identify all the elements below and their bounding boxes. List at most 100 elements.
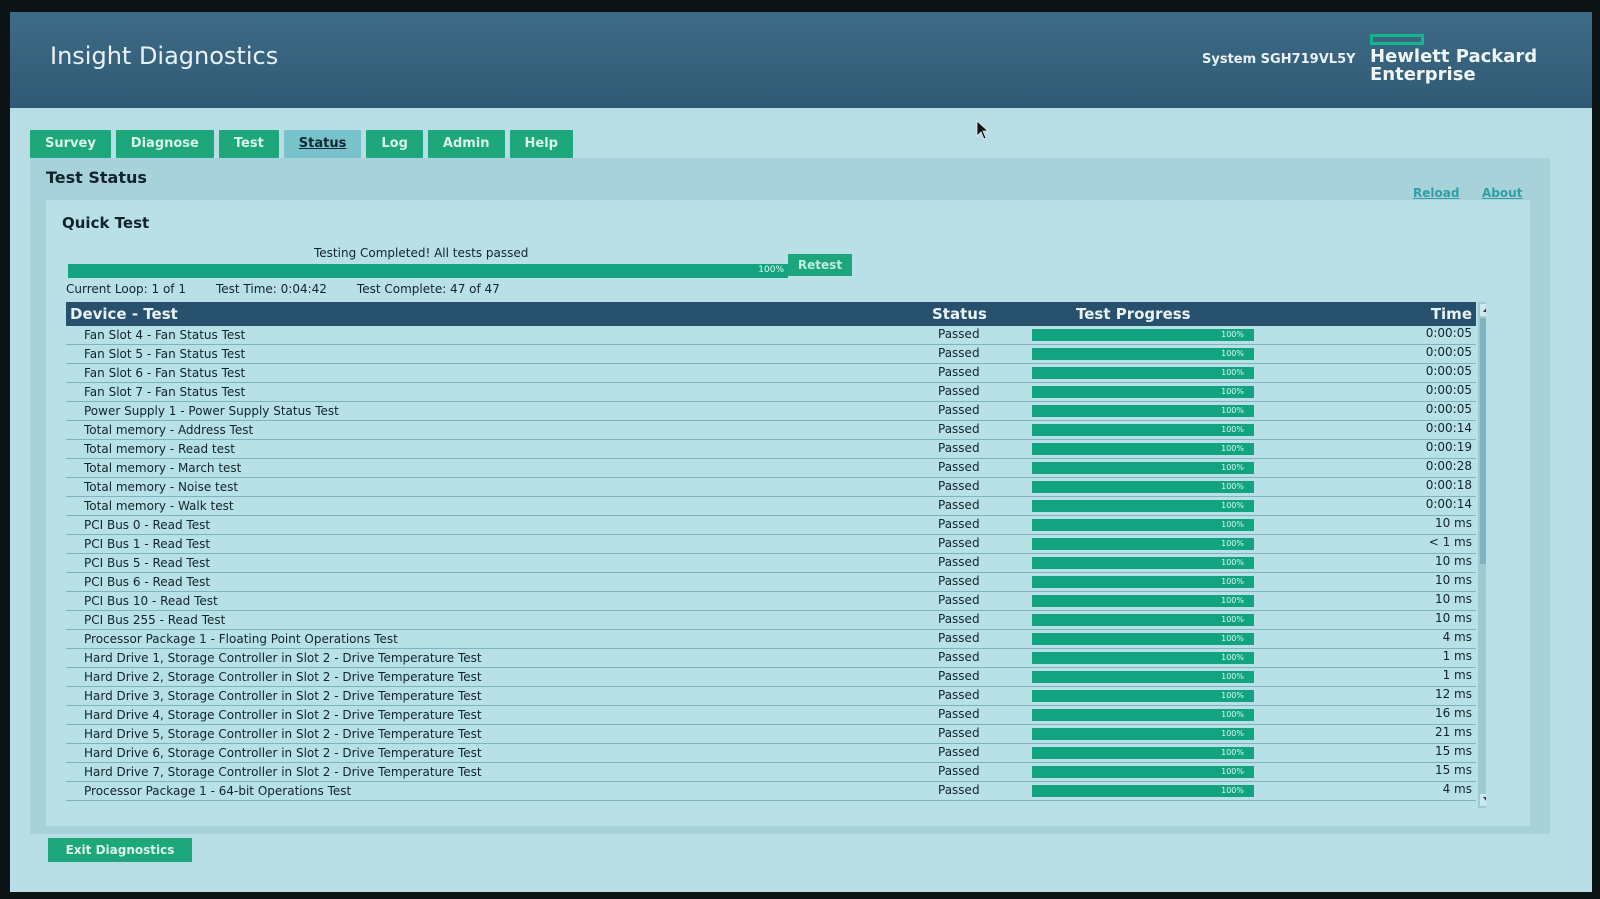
row-test-name: Total memory - Address Test	[84, 423, 254, 437]
row-progress-label: 100%	[1221, 748, 1244, 757]
row-progress-bar: 100%	[1032, 690, 1254, 702]
row-progress-label: 100%	[1221, 330, 1244, 339]
row-progress-label: 100%	[1221, 577, 1244, 586]
overall-progress-bar: 100%	[68, 264, 788, 278]
quick-test-title: Quick Test	[62, 214, 150, 232]
row-progress-label: 100%	[1221, 406, 1244, 415]
exit-diagnostics-button[interactable]: Exit Diagnostics	[48, 838, 192, 862]
about-link[interactable]: About	[1482, 186, 1522, 200]
table-row: Fan Slot 5 - Fan Status Test Passed 100% 0:…	[66, 345, 1476, 364]
row-status: Passed	[938, 612, 980, 626]
tab-admin[interactable]: Admin	[427, 130, 505, 158]
test-complete: Test Complete: 47 of 47	[356, 282, 500, 296]
table-row: PCI Bus 255 - Read Test Passed 100% 10 ms	[66, 611, 1476, 630]
row-time: 0:00:19	[1425, 440, 1472, 454]
tab-help[interactable]: Help	[509, 130, 573, 158]
table-scrollbar[interactable]	[1478, 302, 1486, 808]
app-title: Insight Diagnostics	[50, 42, 279, 70]
row-progress-bar: 100%	[1032, 633, 1254, 645]
reload-link[interactable]: Reload	[1413, 186, 1459, 200]
hpe-logo: Hewlett Packard Enterprise	[1370, 34, 1570, 94]
row-status: Passed	[938, 631, 980, 645]
row-time: 15 ms	[1434, 744, 1472, 758]
row-test-name: Hard Drive 1, Storage Controller in Slot…	[84, 651, 482, 665]
table-row: Total memory - Read test Passed 100% 0:00:1…	[66, 440, 1476, 459]
row-time: 21 ms	[1434, 725, 1472, 739]
row-test-name: Fan Slot 4 - Fan Status Test	[84, 328, 246, 342]
row-progress-bar: 100%	[1032, 557, 1254, 569]
row-status: Passed	[938, 536, 980, 550]
row-time: 10 ms	[1434, 611, 1472, 625]
scroll-down-arrow-icon[interactable]	[1480, 794, 1486, 806]
row-progress-bar: 100%	[1032, 367, 1254, 379]
row-progress-bar: 100%	[1032, 405, 1254, 417]
completion-message: Testing Completed! All tests passed	[314, 246, 529, 260]
row-status: Passed	[938, 745, 980, 759]
row-time: 0:00:14	[1425, 421, 1472, 435]
col-header-test: Device - Test	[70, 305, 178, 323]
retest-button[interactable]: Retest	[788, 254, 852, 276]
row-progress-label: 100%	[1221, 615, 1244, 624]
tab-log[interactable]: Log	[366, 130, 423, 158]
table-row: Processor Package 1 - 64-bit Operations …	[66, 782, 1476, 801]
row-test-name: PCI Bus 255 - Read Test	[84, 613, 226, 627]
row-time: 0:00:18	[1425, 478, 1472, 492]
tab-survey[interactable]: Survey	[30, 130, 111, 158]
row-progress-label: 100%	[1221, 672, 1244, 681]
row-test-name: Hard Drive 3, Storage Controller in Slot…	[84, 689, 482, 703]
row-progress-label: 100%	[1221, 463, 1244, 472]
table-row: Hard Drive 1, Storage Controller in Slot…	[66, 649, 1476, 668]
table-body: Fan Slot 4 - Fan Status Test Passed 100% 0:…	[66, 326, 1476, 801]
row-test-name: Hard Drive 5, Storage Controller in Slot…	[84, 727, 482, 741]
results-table: Device - Test Status Test Progress Time …	[66, 302, 1486, 808]
row-test-name: Total memory - Read test	[84, 442, 235, 456]
table-row: Total memory - Noise test Passed 100% 0:00:…	[66, 478, 1476, 497]
row-time: 16 ms	[1434, 706, 1472, 720]
row-test-name: Hard Drive 7, Storage Controller in Slot…	[84, 765, 482, 779]
row-progress-bar: 100%	[1032, 728, 1254, 740]
row-progress-label: 100%	[1221, 368, 1244, 377]
col-header-progress: Test Progress	[1076, 305, 1191, 323]
row-test-name: Hard Drive 4, Storage Controller in Slot…	[84, 708, 482, 722]
row-progress-label: 100%	[1221, 349, 1244, 358]
quick-test-panel: Quick Test Testing Completed! All tests …	[46, 200, 1530, 826]
table-row: PCI Bus 0 - Read Test Passed 100% 10 ms	[66, 516, 1476, 535]
row-progress-bar: 100%	[1032, 386, 1254, 398]
table-row: Fan Slot 4 - Fan Status Test Passed 100% 0:…	[66, 326, 1476, 345]
test-time: Test Time: 0:04:42	[215, 282, 327, 296]
row-time: 10 ms	[1434, 554, 1472, 568]
scroll-thumb[interactable]	[1480, 318, 1486, 564]
row-progress-label: 100%	[1221, 482, 1244, 491]
row-test-name: Fan Slot 5 - Fan Status Test	[84, 347, 246, 361]
table-row: Fan Slot 6 - Fan Status Test Passed 100% 0:…	[66, 364, 1476, 383]
row-status: Passed	[938, 498, 980, 512]
row-progress-bar: 100%	[1032, 519, 1254, 531]
app-header: Insight Diagnostics System SGH719VL5Y He…	[10, 12, 1592, 108]
table-row: PCI Bus 5 - Read Test Passed 100% 10 ms	[66, 554, 1476, 573]
table-row: Hard Drive 5, Storage Controller in Slot…	[66, 725, 1476, 744]
row-time: 0:00:28	[1425, 459, 1472, 473]
row-progress-bar: 100%	[1032, 329, 1254, 341]
table-row: Hard Drive 6, Storage Controller in Slot…	[66, 744, 1476, 763]
status-page: Test Status Reload About Quick Test Test…	[30, 158, 1550, 834]
row-progress-bar: 100%	[1032, 500, 1254, 512]
row-progress-label: 100%	[1221, 710, 1244, 719]
row-progress-label: 100%	[1221, 501, 1244, 510]
row-status: Passed	[938, 574, 980, 588]
overall-progress-label: 100%	[758, 265, 784, 275]
row-status: Passed	[938, 688, 980, 702]
row-test-name: PCI Bus 6 - Read Test	[84, 575, 211, 589]
scroll-up-arrow-icon[interactable]	[1480, 304, 1486, 316]
tab-diagnose[interactable]: Diagnose	[115, 130, 214, 158]
row-test-name: PCI Bus 10 - Read Test	[84, 594, 218, 608]
row-status: Passed	[938, 707, 980, 721]
row-time: 12 ms	[1434, 687, 1472, 701]
tab-status[interactable]: Status	[283, 130, 362, 158]
row-progress-label: 100%	[1221, 558, 1244, 567]
tab-test[interactable]: Test	[218, 130, 279, 158]
row-status: Passed	[938, 403, 980, 417]
row-progress-bar: 100%	[1032, 766, 1254, 778]
row-status: Passed	[938, 764, 980, 778]
row-progress-bar: 100%	[1032, 462, 1254, 474]
row-test-name: Total memory - Noise test	[84, 480, 239, 494]
